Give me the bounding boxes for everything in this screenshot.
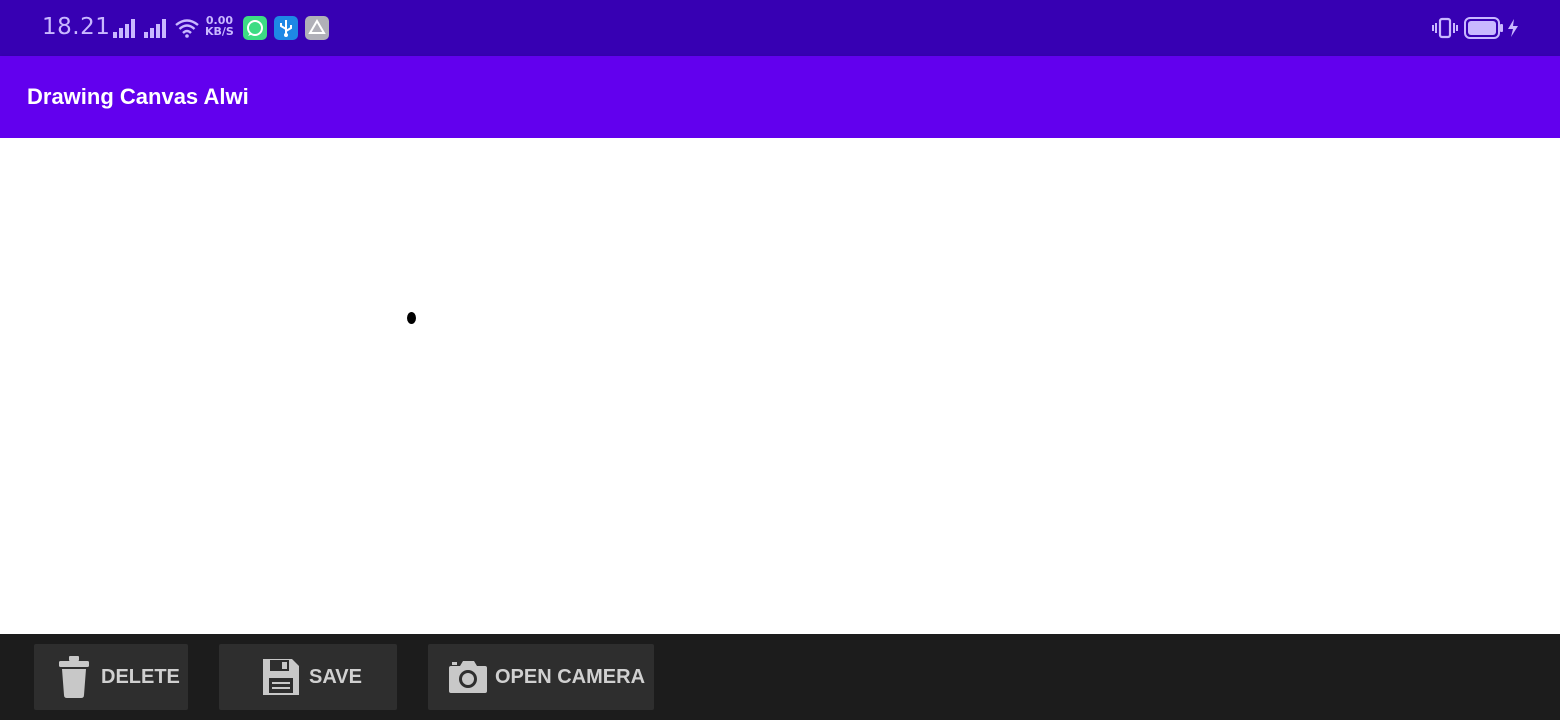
vibrate-icon [1432, 17, 1458, 39]
floppy-disk-icon [263, 659, 299, 695]
save-button[interactable]: SAVE [219, 644, 397, 710]
charging-icon [1508, 19, 1518, 37]
bottom-toolbar: DELETE SAVE OPEN CAMERA [0, 634, 1560, 720]
drive-app-icon [305, 16, 329, 40]
app-title: Drawing Canvas Alwi [27, 84, 249, 109]
signal-2-icon [144, 19, 166, 38]
net-speed-unit: KB/S [205, 25, 234, 38]
drawing-canvas[interactable] [0, 138, 1560, 634]
wifi-icon [175, 19, 199, 38]
save-label: SAVE [309, 665, 362, 688]
open-camera-button[interactable]: OPEN CAMERA [428, 644, 654, 710]
app-bar: Drawing Canvas Alwi [0, 56, 1560, 138]
net-speed: 0.00 KB/S [205, 15, 234, 37]
usb-icon [274, 16, 298, 40]
open-camera-label: OPEN CAMERA [495, 665, 646, 688]
chat-app-icon [243, 16, 267, 40]
signal-1-icon [113, 19, 135, 38]
delete-button[interactable]: DELETE [34, 644, 188, 710]
battery-icon [1464, 17, 1503, 39]
trash-icon [59, 656, 89, 698]
status-time: 18.21 [42, 14, 111, 40]
delete-label: DELETE [101, 665, 180, 688]
status-bar: 18.21 0.00 KB/S [0, 0, 1560, 56]
drawn-dot [407, 312, 416, 324]
camera-icon [449, 661, 487, 693]
